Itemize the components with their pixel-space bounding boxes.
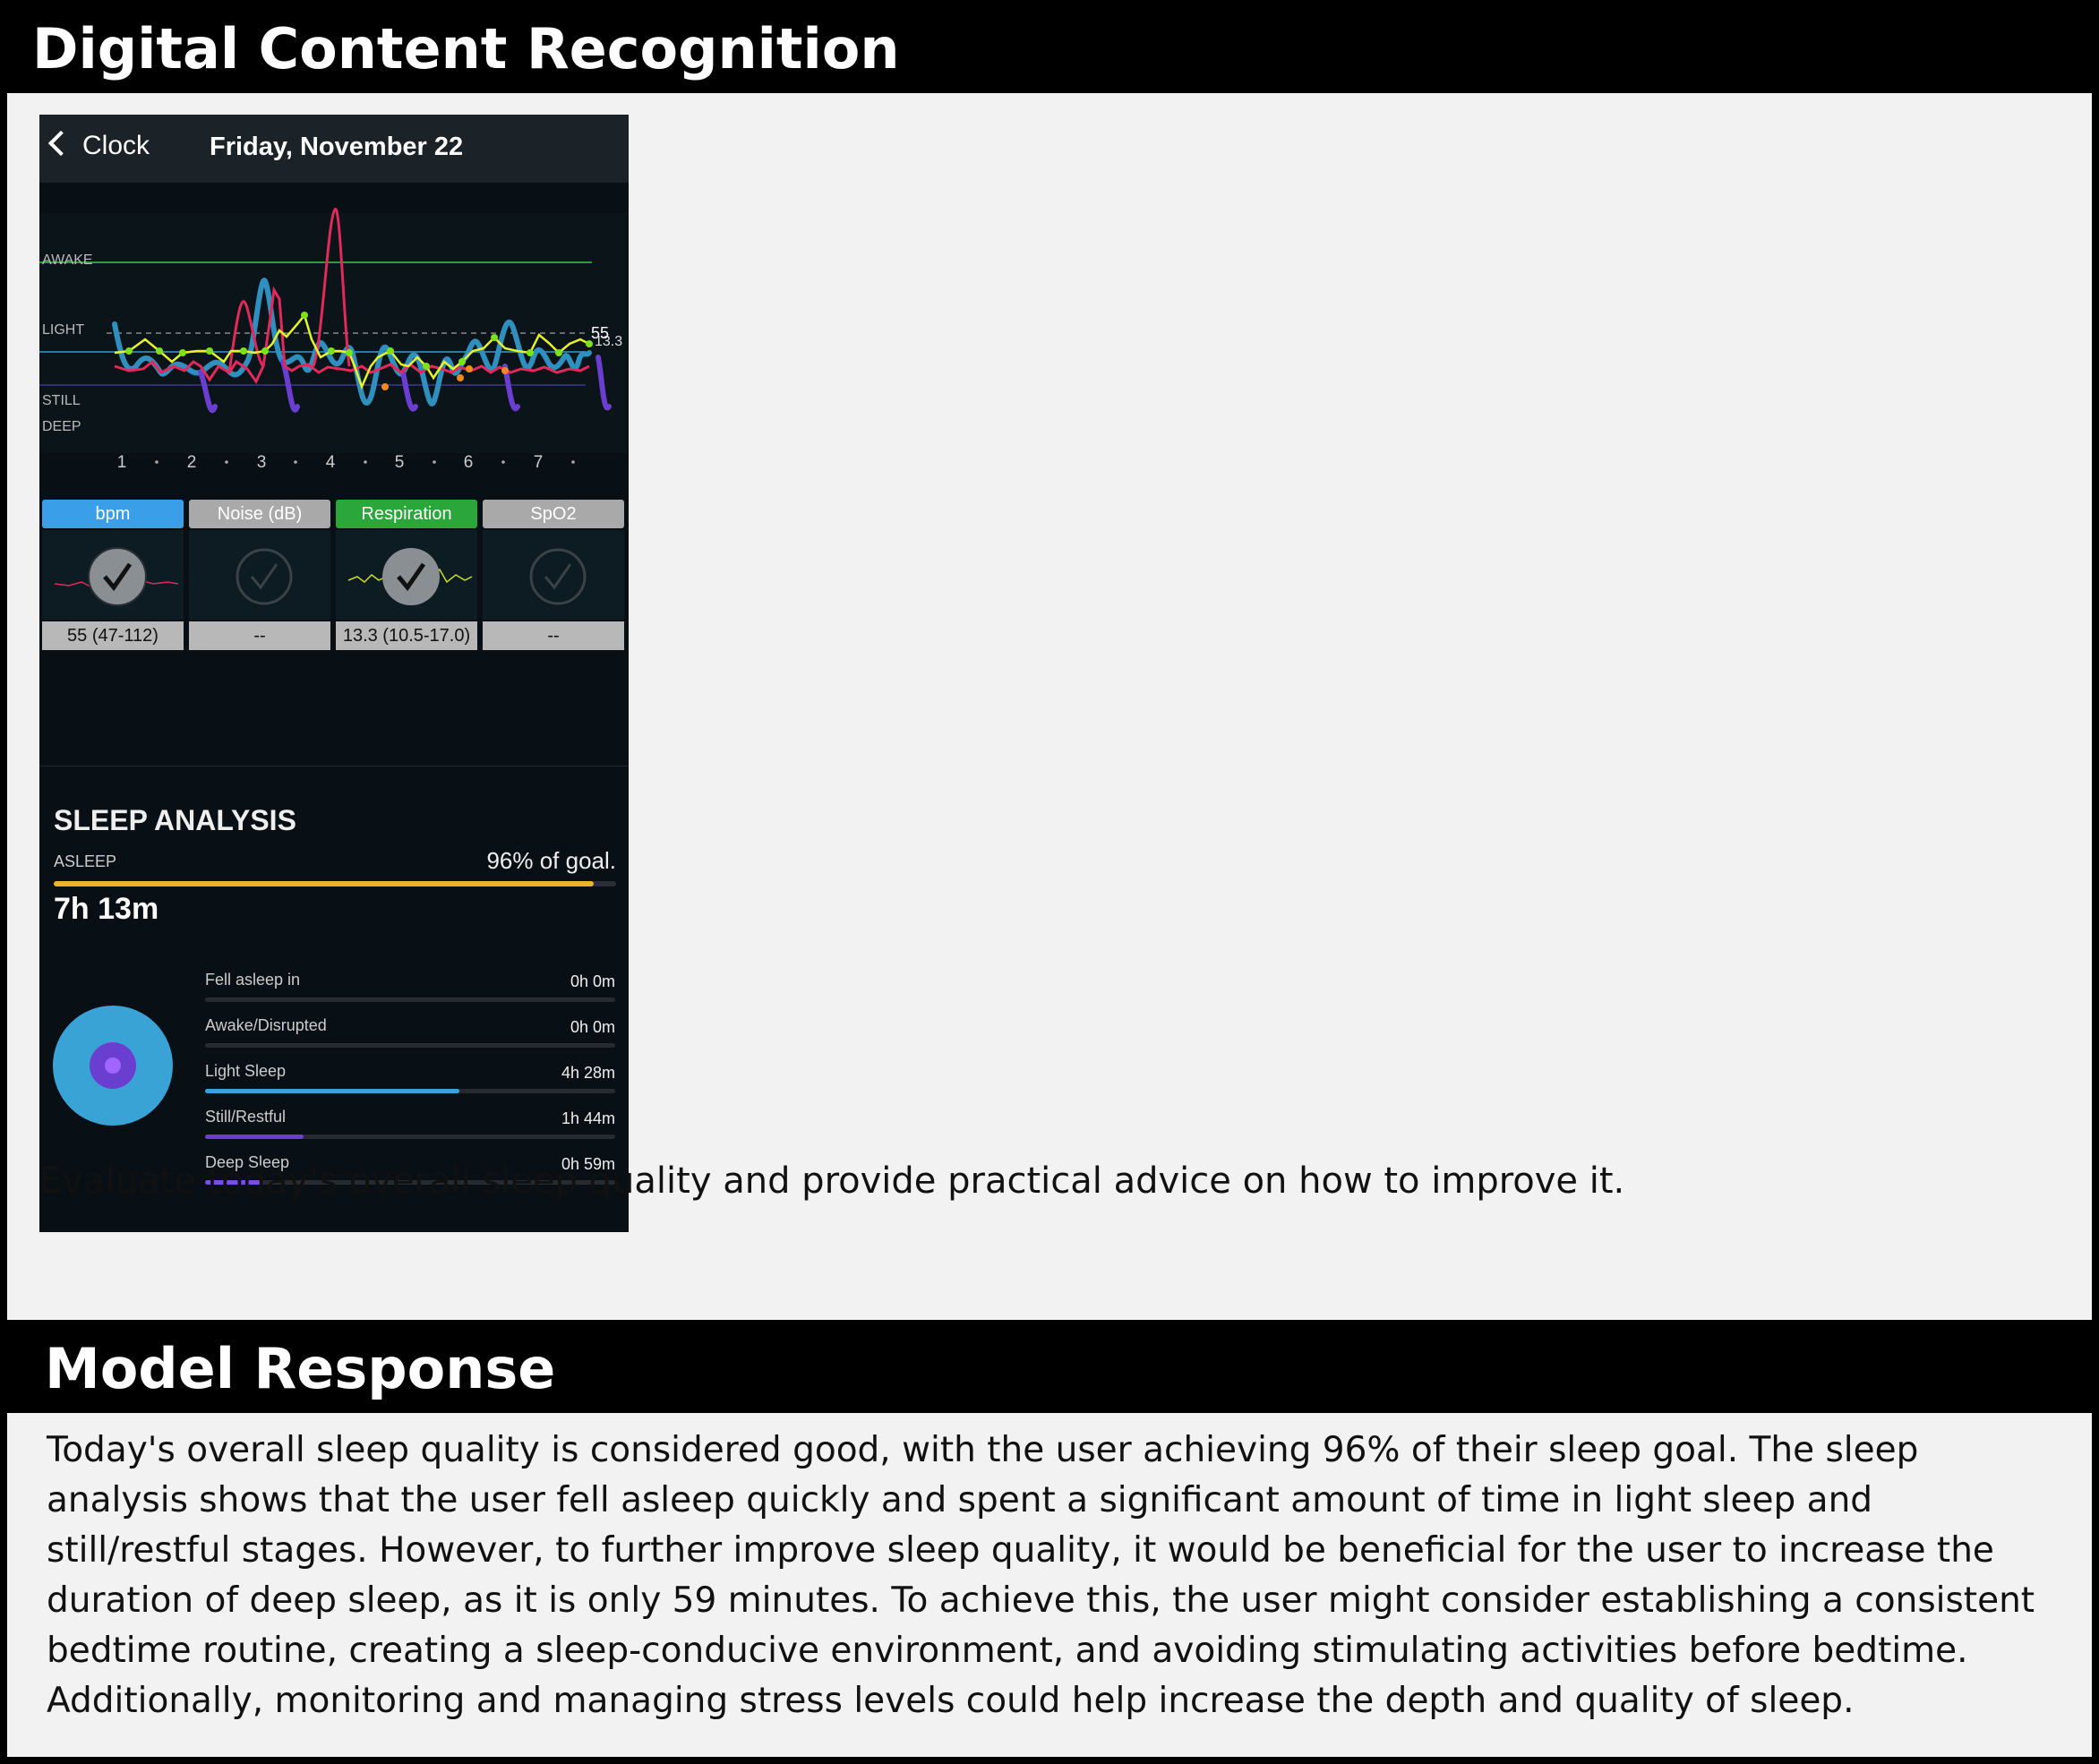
back-button[interactable]: Clock [47,130,150,161]
check-icon [250,563,278,590]
stat-label: Light Sleep [205,1062,287,1080]
hour-tick-6: 6 [464,453,474,472]
asleep-total: 7h 13m [54,892,159,926]
stat-track [205,1043,615,1048]
sensor-value-noise: -- [189,621,330,650]
hour-tick-1: 1 [117,453,127,472]
chevron-left-icon [47,130,74,157]
stat-value: 0h 0m [570,972,615,990]
stage-label-awake: AWAKE [42,253,93,268]
hour-tick-4: 4 [326,453,336,472]
sensor-label-respiration: Respiration [336,500,477,528]
sensor-tiles: bpm 55 (47-112) Noise (dB) -- Respiratio… [39,485,629,664]
spo2-placeholder [529,548,587,605]
bpm-sparkline [54,547,179,606]
stat-value: 0h 0m [570,1018,615,1036]
goal-progress-bar [54,881,616,886]
sensor-body-spo2 [483,530,624,620]
back-label: Clock [82,131,150,160]
hour-tick-7: 7 [534,453,544,472]
noise-placeholder [236,548,293,605]
stat-value: 1h 44m [561,1109,615,1127]
stat-label: Still/Restful [205,1108,287,1126]
sleep-graph: AWAKE LIGHT STILL DEEP 55 13.3 1 2 3 4 5… [39,183,629,478]
nav-bar: Clock Friday, November 22 [39,115,629,183]
sensor-value-respiration: 13.3 (10.5-17.0) [336,621,477,650]
response-panel: Today's overall sleep quality is conside… [7,1413,2092,1757]
section-header-top: Digital Content Recognition [0,0,2099,91]
sensor-value-bpm: 55 (47-112) [42,621,184,650]
phone-screenshot: Clock Friday, November 22 AWAKE LIGHT ST… [39,115,629,1232]
stat-track [205,1089,615,1093]
hour-tick-3: 3 [257,453,267,472]
stat-fill [205,1135,304,1139]
stage-label-still: STILL [42,393,81,408]
hour-tick-2: 2 [187,453,197,472]
sleep-analysis-title: SLEEP ANALYSIS [54,804,296,836]
hour-tick-5: 5 [395,453,405,472]
sensor-label-noise: Noise (dB) [189,500,330,528]
stage-label-light: LIGHT [42,322,84,338]
sensor-body-bpm [42,530,184,620]
stat-label: Fell asleep in [205,971,301,989]
stat-track [205,1135,615,1139]
goal-progress-fill [54,881,594,886]
end-value-respiration: 13.3 [595,334,622,349]
date-title: Friday, November 22 [210,133,464,161]
goal-text: 96% of goal. [486,847,616,874]
asleep-label: ASLEEP [54,852,117,870]
sensor-label-spo2: SpO2 [483,500,624,528]
stat-value: 4h 28m [561,1064,615,1082]
stage-label-deep: DEEP [42,419,81,434]
stat-label: Awake/Disrupted [205,1016,327,1034]
section-header-bottom: Model Response [0,1320,2099,1411]
sensor-body-noise [189,530,330,620]
stat-track [205,998,615,1002]
section-title-top: Digital Content Recognition [32,16,900,81]
model-response-text: Today's overall sleep quality is conside… [47,1430,2035,1721]
stat-fill [205,1089,459,1093]
respiration-sparkline [347,548,473,605]
sensor-label-bpm: bpm [42,500,184,528]
sensor-value-spo2: -- [483,621,624,650]
sensor-body-respiration [336,530,477,620]
check-icon [544,563,572,590]
section-title-bottom: Model Response [45,1336,556,1401]
sleep-stage-donut [53,1006,173,1126]
user-prompt: Evaluate today's overall sleep quality a… [39,1160,1625,1202]
